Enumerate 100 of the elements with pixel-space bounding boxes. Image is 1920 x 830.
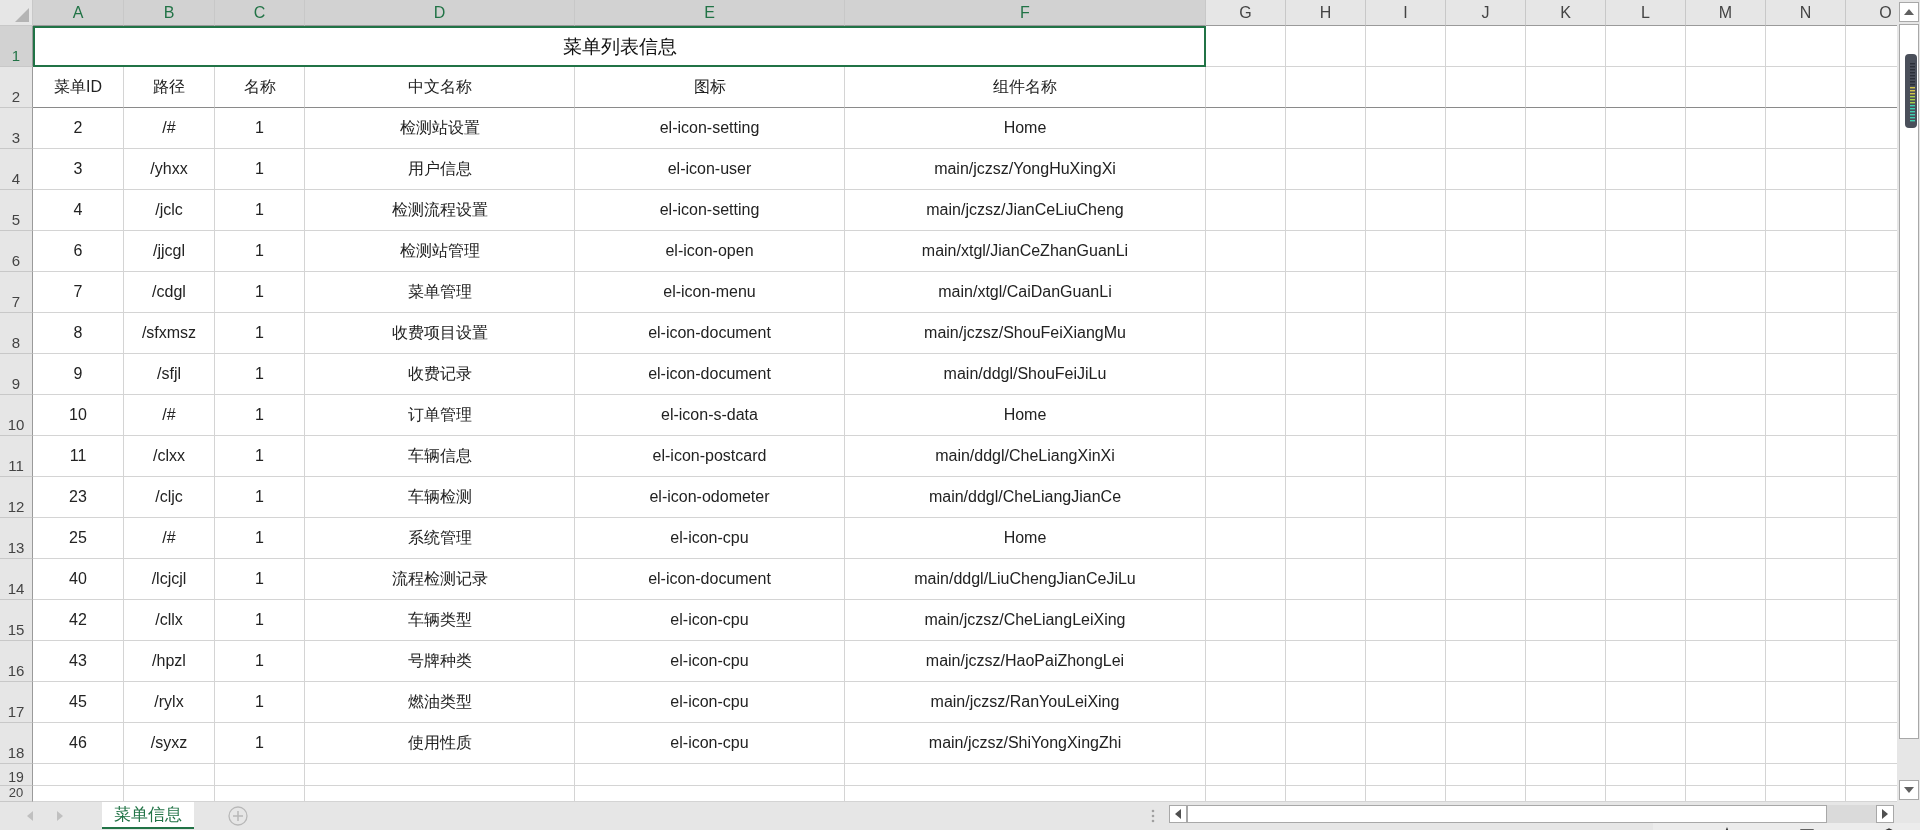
empty-cell[interactable] [1366,190,1446,231]
empty-cell[interactable] [1206,518,1286,559]
empty-cell[interactable] [1526,600,1606,641]
row-header[interactable]: 2 [0,67,33,108]
splitter-handle-icon[interactable] [1151,809,1155,823]
empty-cell[interactable] [1286,67,1366,108]
empty-cell[interactable] [1286,26,1366,67]
empty-cell[interactable] [1766,149,1846,190]
empty-cell[interactable] [1526,641,1606,682]
empty-cell[interactable] [1686,231,1766,272]
empty-cell[interactable] [1206,108,1286,149]
row-header[interactable]: 7 [0,272,33,313]
column-header[interactable]: J [1446,0,1526,26]
empty-cell[interactable] [1206,231,1286,272]
empty-cell[interactable] [1606,764,1686,786]
row-header[interactable]: 16 [0,641,33,682]
empty-cell[interactable] [1526,26,1606,67]
empty-cell[interactable] [1206,436,1286,477]
empty-cell[interactable] [1366,559,1446,600]
empty-cell[interactable] [1206,723,1286,764]
empty-cell[interactable] [1686,190,1766,231]
empty-cell[interactable] [1206,395,1286,436]
empty-cell[interactable] [1686,26,1766,67]
row-header[interactable]: 1 [0,26,33,67]
empty-cell[interactable] [1446,313,1526,354]
empty-cell[interactable] [1766,436,1846,477]
scrollbar-thumb[interactable] [1898,24,1919,739]
empty-cell[interactable] [1206,313,1286,354]
row-header[interactable]: 11 [0,436,33,477]
scroll-up-button[interactable] [1898,2,1919,22]
empty-cell[interactable] [1686,108,1766,149]
row-header[interactable]: 20 [0,786,33,802]
empty-cell[interactable] [1606,67,1686,108]
column-header[interactable]: G [1206,0,1286,26]
empty-cell[interactable] [1606,272,1686,313]
column-header[interactable]: N [1766,0,1846,26]
select-all-icon[interactable] [15,8,29,22]
empty-cell[interactable] [1686,436,1766,477]
empty-cell[interactable] [1366,436,1446,477]
empty-cell[interactable] [124,764,215,786]
empty-cell[interactable] [215,764,305,786]
empty-cell[interactable] [1446,436,1526,477]
empty-cell[interactable] [1526,231,1606,272]
row-header[interactable]: 18 [0,723,33,764]
empty-cell[interactable] [1766,723,1846,764]
empty-cell[interactable] [1526,108,1606,149]
empty-cell[interactable] [1366,682,1446,723]
empty-cell[interactable] [1766,190,1846,231]
empty-cell[interactable] [575,764,845,786]
empty-cell[interactable] [1606,354,1686,395]
row-header[interactable]: 10 [0,395,33,436]
empty-cell[interactable] [1686,723,1766,764]
column-header[interactable]: D [305,0,575,26]
next-sheet-icon[interactable] [57,811,63,821]
empty-cell[interactable] [1766,313,1846,354]
empty-cell[interactable] [1606,190,1686,231]
empty-cell[interactable] [1686,518,1766,559]
empty-cell[interactable] [1766,231,1846,272]
empty-cell[interactable] [1766,559,1846,600]
column-header[interactable]: O [1846,0,1897,26]
column-header[interactable]: B [124,0,215,26]
empty-cell[interactable] [1766,764,1846,786]
empty-cell[interactable] [1686,272,1766,313]
row-header[interactable]: 14 [0,559,33,600]
empty-cell[interactable] [1206,600,1286,641]
empty-cell[interactable] [1446,272,1526,313]
empty-cell[interactable] [1366,26,1446,67]
empty-cell[interactable] [1286,272,1366,313]
empty-cell[interactable] [1526,436,1606,477]
empty-cell[interactable] [1286,395,1366,436]
empty-cell[interactable] [1366,149,1446,190]
empty-cell[interactable] [1686,682,1766,723]
empty-cell[interactable] [1766,641,1846,682]
empty-cell[interactable] [1366,600,1446,641]
column-header[interactable]: M [1686,0,1766,26]
empty-cell[interactable] [1366,723,1446,764]
empty-cell[interactable] [1526,149,1606,190]
empty-cell[interactable] [1366,641,1446,682]
empty-cell[interactable] [1206,477,1286,518]
row-header[interactable]: 19 [0,764,33,786]
row-header[interactable]: 9 [0,354,33,395]
empty-cell[interactable] [1686,313,1766,354]
column-header[interactable]: L [1606,0,1686,26]
empty-cell[interactable] [1526,67,1606,108]
empty-cell[interactable] [1766,26,1846,67]
empty-cell[interactable] [1366,231,1446,272]
empty-cell[interactable] [1206,149,1286,190]
empty-cell[interactable] [1286,313,1366,354]
sheet-tab[interactable]: 菜单信息 [102,802,194,829]
empty-cell[interactable] [1446,395,1526,436]
empty-cell[interactable] [1526,272,1606,313]
empty-cell[interactable] [1766,108,1846,149]
empty-cell[interactable] [1206,354,1286,395]
empty-cell[interactable] [1686,477,1766,518]
empty-cell[interactable] [1606,682,1686,723]
empty-cell[interactable] [1206,190,1286,231]
empty-cell[interactable] [1686,764,1766,786]
empty-cell[interactable] [1286,149,1366,190]
empty-cell[interactable] [1446,67,1526,108]
scroll-down-button[interactable] [1898,780,1919,800]
